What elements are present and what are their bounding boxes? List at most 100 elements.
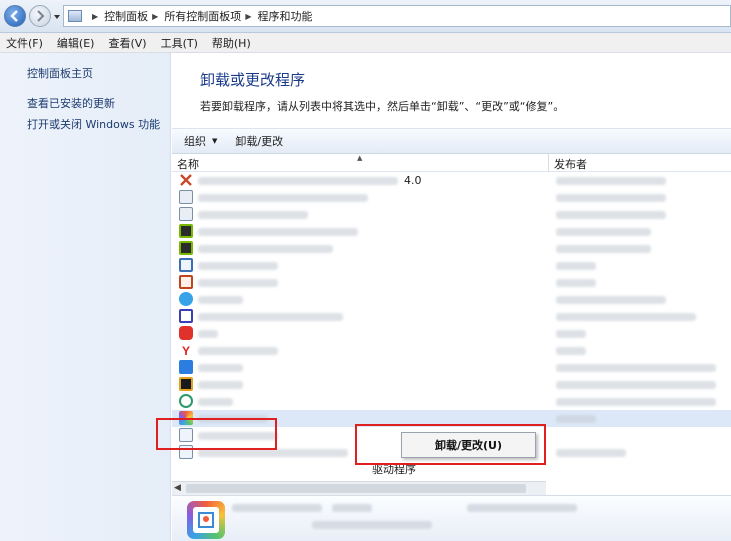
app-icon: [179, 292, 193, 306]
menu-view[interactable]: 查看(V): [108, 35, 146, 51]
program-name-blurred: [198, 194, 368, 202]
publisher-blurred: [556, 381, 716, 389]
address-bar: ▶ 控制面板 ▶ 所有控制面板项 ▶ 程序和功能: [0, 0, 731, 33]
recent-pages-dropdown-icon[interactable]: [53, 13, 61, 21]
list-item[interactable]: [172, 393, 731, 410]
forward-button[interactable]: [29, 5, 51, 27]
nvidia-icon: [179, 241, 193, 255]
nvidia-icon: [179, 224, 193, 238]
program-name-blurred: [198, 313, 343, 321]
program-name-blurred: [198, 177, 398, 185]
back-button[interactable]: [4, 5, 26, 27]
du-icon: [179, 360, 193, 374]
publisher-blurred: [556, 279, 596, 287]
scroll-left-icon[interactable]: ◀: [174, 483, 181, 493]
list-item[interactable]: [172, 257, 731, 274]
program-name-blurred: [198, 398, 233, 406]
vivaldi-icon: [179, 326, 193, 340]
column-divider[interactable]: [548, 154, 549, 172]
sidebar-item-installed-updates[interactable]: 查看已安装的更新: [27, 95, 115, 111]
control-panel-icon: [68, 10, 82, 22]
publisher-blurred: [556, 262, 596, 270]
sort-ascending-icon: ▲: [357, 154, 363, 162]
chevron-right-icon[interactable]: ▶: [92, 12, 98, 21]
app-icon: [179, 377, 193, 391]
svg-text:Y: Y: [182, 344, 190, 357]
back-arrow-icon: [10, 10, 18, 22]
program-name-blurred: [198, 296, 243, 304]
organize-button[interactable]: 组织 ▼: [184, 133, 217, 149]
publisher-blurred: [556, 211, 666, 219]
program-name-blurred: [198, 330, 218, 338]
publisher-blurred: [556, 228, 651, 236]
program-name-blurred: [198, 449, 348, 457]
horizontal-scrollbar[interactable]: ◀: [172, 481, 546, 495]
page-title: 卸载或更改程序: [200, 71, 306, 89]
breadcrumb[interactable]: ▶ 控制面板 ▶ 所有控制面板项 ▶ 程序和功能: [63, 5, 731, 27]
column-name[interactable]: 名称: [177, 156, 199, 172]
publisher-blurred: [556, 194, 666, 202]
list-item[interactable]: [172, 359, 731, 376]
list-item[interactable]: 4.0: [172, 172, 731, 189]
program-logo-icon: [193, 507, 219, 533]
menu-tools[interactable]: 工具(T): [161, 35, 198, 51]
x-icon: [179, 173, 193, 187]
breadcrumb-programs-features[interactable]: 程序和功能: [257, 8, 312, 24]
menu-edit[interactable]: 编辑(E): [57, 35, 95, 51]
publisher-blurred: [556, 398, 716, 406]
app-icon: [179, 275, 193, 289]
uninstall-change-button[interactable]: 卸载/更改: [235, 133, 283, 149]
program-name-blurred: [198, 364, 243, 372]
publisher-blurred: [556, 296, 666, 304]
program-name-blurred: [198, 279, 278, 287]
details-blurred: [312, 521, 432, 529]
program-name-blurred: [198, 262, 278, 270]
program-name-blurred: [198, 245, 333, 253]
list-item[interactable]: [172, 274, 731, 291]
organize-label: 组织: [184, 135, 206, 148]
program-version: 4.0: [404, 174, 422, 187]
publisher-blurred: [556, 415, 596, 423]
forward-arrow-icon: [37, 10, 45, 22]
highlight-box-program: [156, 418, 277, 450]
list-item[interactable]: [172, 189, 731, 206]
column-publisher[interactable]: 发布者: [554, 156, 587, 172]
column-header: ▲ 名称 发布者: [172, 154, 731, 172]
app-icon: [179, 258, 193, 272]
list-item[interactable]: [172, 308, 731, 325]
program-name-blurred: [198, 381, 243, 389]
program-name-blurred: [198, 211, 308, 219]
details-blurred: [467, 504, 577, 512]
list-item[interactable]: [172, 240, 731, 257]
audio-icon: [179, 309, 193, 323]
chevron-right-icon[interactable]: ▶: [245, 12, 251, 21]
breadcrumb-control-panel[interactable]: 控制面板: [104, 8, 148, 24]
publisher-blurred: [556, 245, 651, 253]
list-item[interactable]: [172, 223, 731, 240]
sidebar-item-windows-features[interactable]: 打开或关闭 Windows 功能: [27, 116, 160, 132]
program-name-blurred: [198, 347, 278, 355]
list-item[interactable]: [172, 206, 731, 223]
page-description: 若要卸载程序，请从列表中将其选中，然后单击“卸载”、“更改”或“修复”。: [200, 100, 565, 113]
list-item[interactable]: [172, 376, 731, 393]
list-item[interactable]: Y: [172, 342, 731, 359]
context-uninstall-change-item[interactable]: 卸载/更改(U): [435, 437, 502, 453]
scrollbar-thumb[interactable]: [186, 484, 526, 493]
chevron-right-icon[interactable]: ▶: [152, 12, 158, 21]
list-item[interactable]: [172, 291, 731, 308]
menu-bar: 文件(F) 编辑(E) 查看(V) 工具(T) 帮助(H): [0, 33, 731, 53]
context-menu: 卸载/更改(U): [401, 432, 536, 458]
menu-file[interactable]: 文件(F): [6, 35, 43, 51]
menu-help[interactable]: 帮助(H): [212, 35, 251, 51]
publisher-blurred: [556, 347, 586, 355]
sidebar-item-control-panel-home[interactable]: 控制面板主页: [27, 65, 93, 81]
publisher-blurred: [556, 364, 716, 372]
list-item[interactable]: [172, 325, 731, 342]
selected-program-icon: [187, 501, 225, 539]
breadcrumb-all-items[interactable]: 所有控制面板项: [164, 8, 241, 24]
details-blurred: [232, 504, 322, 512]
publisher-blurred: [556, 330, 586, 338]
installer-icon: [179, 207, 193, 221]
main-content: 卸载或更改程序 若要卸载程序，请从列表中将其选中，然后单击“卸载”、“更改”或“…: [172, 53, 731, 541]
app-icon: [179, 394, 193, 408]
